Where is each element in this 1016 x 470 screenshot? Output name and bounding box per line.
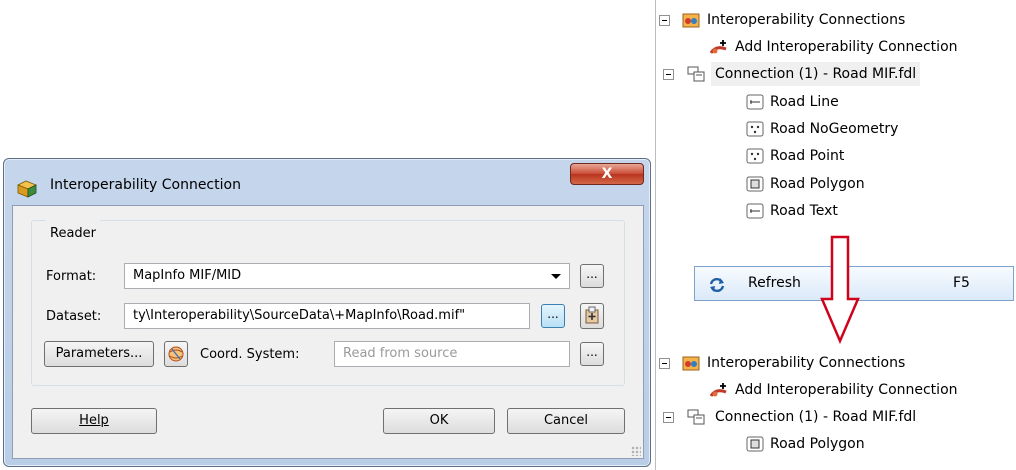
layer-label: Road Point [770, 148, 845, 164]
polygon-layer-icon [746, 176, 764, 192]
connection-node-after[interactable]: Connection (1) - Road MIF.fdl [656, 405, 1016, 429]
add-dataset-button[interactable] [580, 303, 604, 329]
layer-label: Road Polygon [770, 436, 865, 452]
dataset-input-value: ty\Interoperability\SourceData\+MapInfo\… [133, 308, 466, 323]
dataset-input[interactable]: ty\Interoperability\SourceData\+MapInfo\… [124, 303, 530, 329]
collapse-icon[interactable] [659, 15, 670, 26]
connection-app-icon [17, 180, 37, 198]
coord-system-input[interactable]: Read from source [334, 341, 570, 367]
globe-icon [168, 346, 184, 362]
layer-row[interactable]: Road Polygon [656, 432, 1016, 456]
collapse-icon[interactable] [663, 412, 674, 423]
refresh-label: Refresh [748, 275, 801, 291]
connection-icon [687, 66, 705, 82]
dataset-label: Dataset: [46, 309, 102, 324]
format-select-value: MapInfo MIF/MID [133, 268, 242, 283]
add-connection-label: Add Interoperability Connection [735, 382, 958, 398]
line-layer-icon [746, 94, 764, 110]
layer-label: Road Text [770, 203, 838, 219]
help-button-label: Help [79, 413, 109, 428]
tree-root-after[interactable]: Interoperability Connections [656, 351, 1016, 375]
dialog-client-area: Reader Format: MapInfo MIF/MID ... Datas… [12, 205, 644, 459]
add-connection-icon [710, 383, 727, 397]
connection-label: Connection (1) - Road MIF.fdl [711, 62, 921, 86]
parameters-button[interactable]: Parameters... [44, 341, 154, 367]
layer-label: Road Polygon [770, 176, 865, 192]
dataset-browse-button[interactable]: ... [541, 304, 565, 328]
cancel-button[interactable]: Cancel [507, 408, 625, 434]
refresh-shortcut: F5 [953, 275, 970, 291]
reader-group: Reader Format: MapInfo MIF/MID ... Datas… [31, 220, 625, 386]
point-layer-icon [746, 148, 764, 164]
collapse-icon[interactable] [663, 69, 674, 80]
resize-grip[interactable] [631, 446, 641, 456]
navigator-panel: Interoperability Connections Add Interop… [655, 0, 1016, 470]
coord-system-picker-button[interactable] [164, 341, 188, 367]
add-connection-icon [710, 40, 727, 54]
refresh-icon [709, 277, 725, 293]
connection-node-before[interactable]: Connection (1) - Road MIF.fdl [656, 62, 1016, 86]
coord-system-placeholder: Read from source [343, 346, 458, 361]
transition-arrow-icon [820, 235, 860, 345]
chevron-down-icon [551, 274, 561, 279]
connection-label: Connection (1) - Road MIF.fdl [715, 409, 917, 425]
help-button[interactable]: Help [31, 408, 157, 434]
dialog-title: Interoperability Connection [50, 177, 241, 193]
layer-row[interactable]: Road Text [656, 199, 1016, 223]
tree-root-label: Interoperability Connections [707, 355, 906, 371]
close-button[interactable]: X [570, 163, 644, 185]
reader-group-label: Reader [46, 220, 101, 241]
layer-row[interactable]: Road NoGeometry [656, 117, 1016, 141]
layer-row[interactable]: Road Polygon [656, 172, 1016, 196]
point-layer-icon [746, 121, 764, 137]
layer-row[interactable]: Road Point [656, 144, 1016, 168]
layer-row[interactable]: Road Line [656, 90, 1016, 114]
add-dataset-icon [585, 306, 599, 324]
format-browse-button[interactable]: ... [580, 264, 604, 288]
tree-root-before[interactable]: Interoperability Connections [656, 8, 1016, 32]
ok-button[interactable]: OK [383, 408, 495, 434]
format-label: Format: [46, 269, 97, 284]
interoperability-folder-icon [682, 356, 700, 371]
add-connection-after[interactable]: Add Interoperability Connection [656, 378, 1016, 402]
line-layer-icon [746, 203, 764, 219]
connection-icon [687, 409, 705, 425]
interoperability-dialog: Interoperability Connection X Reader For… [3, 158, 651, 467]
collapse-icon[interactable] [659, 358, 670, 369]
tree-root-label: Interoperability Connections [707, 12, 906, 28]
coord-system-browse-button[interactable]: ... [580, 342, 604, 366]
interoperability-folder-icon [682, 13, 700, 28]
add-connection-label: Add Interoperability Connection [735, 39, 958, 55]
dialog-titlebar[interactable]: Interoperability Connection X [4, 159, 650, 209]
format-select[interactable]: MapInfo MIF/MID [124, 263, 570, 289]
coord-system-label: Coord. System: [200, 347, 300, 362]
add-connection-before[interactable]: Add Interoperability Connection [656, 35, 1016, 59]
layer-label: Road NoGeometry [770, 121, 899, 137]
polygon-layer-icon [746, 436, 764, 452]
layer-label: Road Line [770, 94, 839, 110]
